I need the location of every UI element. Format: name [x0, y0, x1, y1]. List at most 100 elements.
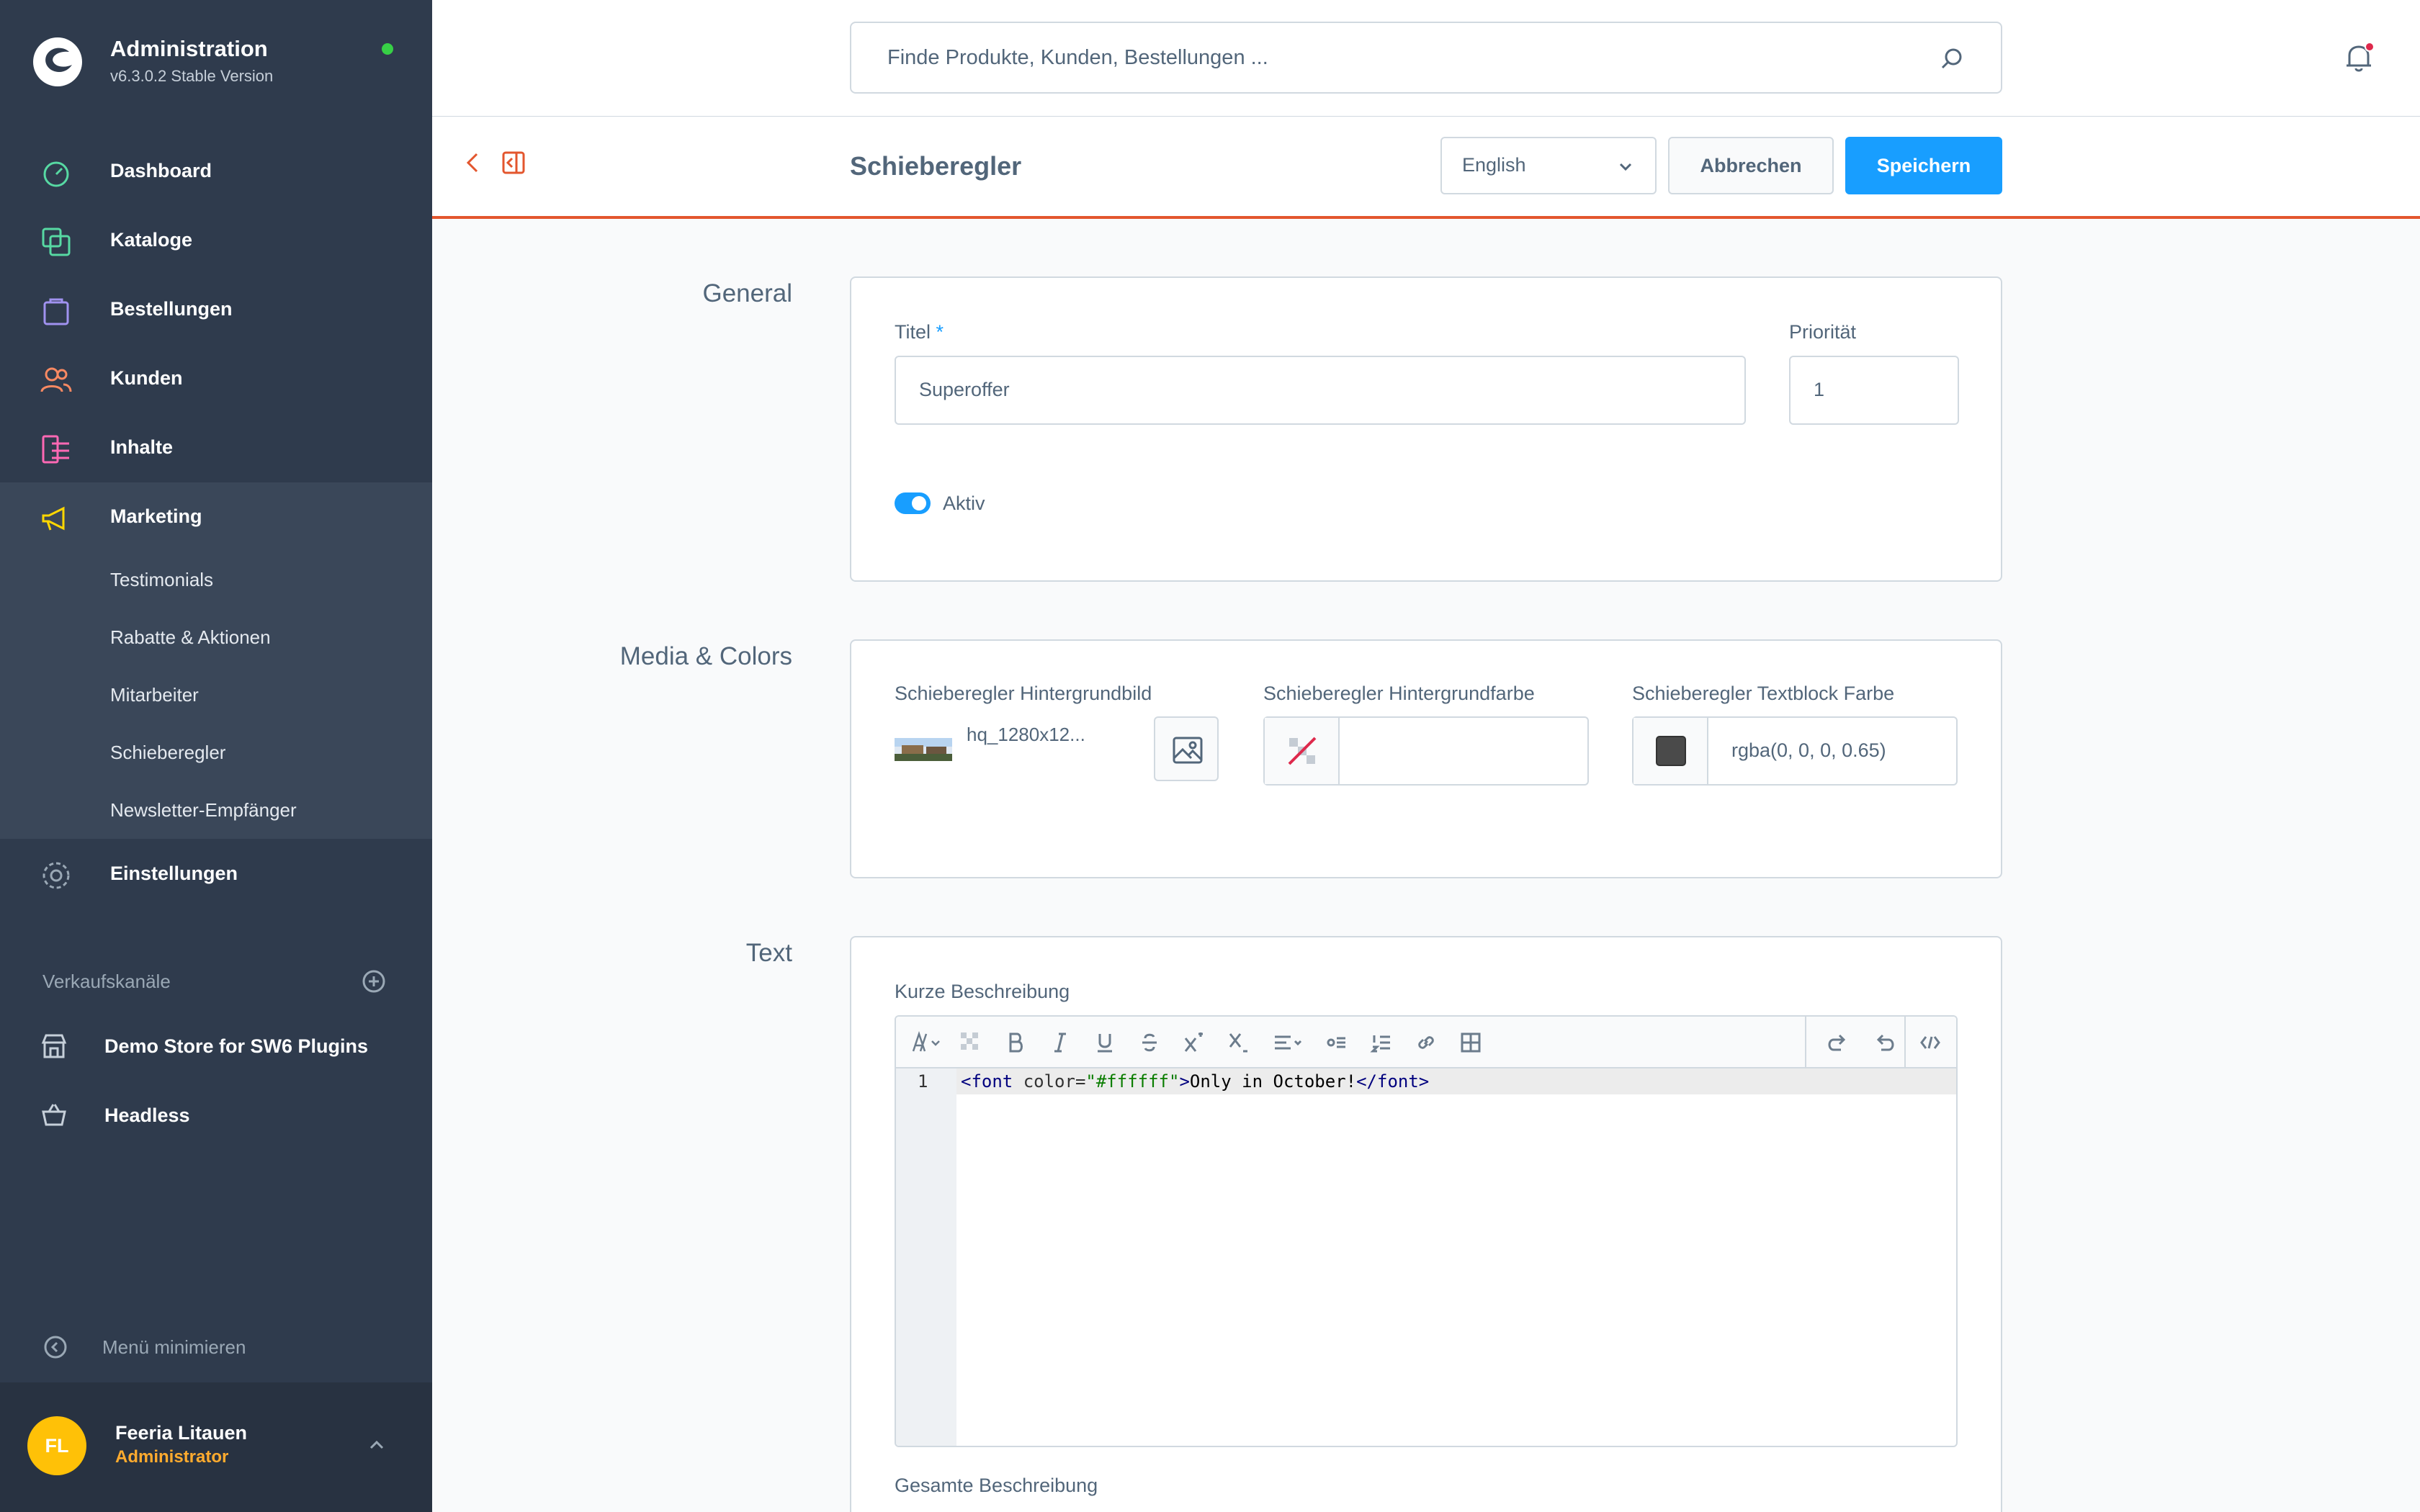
toggle-knob [912, 496, 926, 510]
language-value: English [1462, 154, 1526, 176]
storefront-icon [41, 1034, 67, 1058]
chevron-up-icon[interactable] [366, 1434, 387, 1456]
sub-item-mitarbeiter[interactable]: Mitarbeiter [110, 684, 199, 706]
line-number: 1 [918, 1071, 928, 1092]
table-icon[interactable] [1459, 1031, 1482, 1054]
link-icon[interactable] [1415, 1031, 1438, 1054]
bg-image-label: Schieberegler Hintergrundbild [895, 683, 1152, 704]
bg-image-thumbnail[interactable] [895, 738, 952, 761]
app-version: v6.3.0.2 Stable Version [110, 67, 274, 85]
bold-icon[interactable] [1004, 1031, 1027, 1054]
required-marker: * [936, 321, 944, 343]
nav-label: Kataloge [110, 229, 193, 251]
code-text: Only in October! [1189, 1071, 1357, 1092]
avatar: FL [27, 1416, 86, 1475]
nav-item-kunden[interactable]: Kunden [0, 344, 432, 413]
basket-icon [42, 1104, 66, 1126]
title-input[interactable]: Superoffer [895, 356, 1746, 425]
nav-item-einstellungen[interactable]: Einstellungen [0, 840, 432, 909]
short-description-label: Kurze Beschreibung [895, 981, 1070, 1002]
italic-icon[interactable] [1049, 1031, 1072, 1054]
channel-item-headless[interactable]: Headless [0, 1083, 432, 1148]
sub-item-testimonials[interactable]: Testimonials [110, 569, 213, 591]
shopware-logo-icon[interactable] [32, 36, 84, 88]
sidebar-toggle-icon[interactable] [501, 150, 526, 176]
priority-input[interactable]: 1 [1789, 356, 1959, 425]
nav-item-bestellungen[interactable]: Bestellungen [0, 275, 432, 344]
color-swatch-icon [1656, 736, 1686, 766]
align-icon[interactable] [1272, 1031, 1304, 1054]
sidebar: Administration v6.3.0.2 Stable Version D… [0, 0, 432, 1512]
section-label-text: Text [745, 939, 792, 967]
catalog-icon [42, 228, 71, 256]
title-label: Titel * [895, 321, 944, 343]
line-number-gutter: 1 [896, 1068, 956, 1446]
bg-image-filename: hq_1280x12... [967, 724, 1085, 745]
subscript-icon[interactable] [1227, 1031, 1250, 1054]
sub-item-rabatte[interactable]: Rabatte & Aktionen [110, 626, 271, 649]
bg-color-swatch[interactable] [1265, 718, 1340, 784]
nav-item-kataloge[interactable]: Kataloge [0, 206, 432, 275]
editor-toolbar [896, 1017, 1956, 1068]
unordered-list-icon[interactable] [1325, 1031, 1348, 1054]
add-channel-icon[interactable] [362, 969, 386, 994]
collapse-menu-icon [44, 1336, 67, 1359]
notification-bell-icon[interactable] [2341, 40, 2377, 76]
back-arrow-icon[interactable] [461, 150, 487, 176]
toolbar-divider [1904, 1017, 1906, 1068]
underline-icon[interactable] [1093, 1031, 1116, 1054]
code-view-icon[interactable] [1919, 1031, 1942, 1054]
code-string: "#ffffff" [1085, 1071, 1180, 1092]
nav-label: Bestellungen [110, 298, 233, 320]
format-clear-icon[interactable] [959, 1031, 982, 1054]
minimize-menu-button[interactable]: Menü minimieren [40, 1332, 429, 1364]
image-icon [1173, 737, 1203, 764]
nav-item-marketing[interactable]: Marketing [0, 482, 432, 552]
sub-item-newsletter[interactable]: Newsletter-Empfänger [110, 799, 297, 822]
bg-color-input[interactable] [1263, 716, 1589, 786]
global-search[interactable] [850, 22, 2002, 94]
nav-label: Marketing [110, 505, 202, 527]
nav-item-inhalte[interactable]: Inhalte [0, 413, 432, 482]
content-icon [42, 435, 69, 464]
dashboard-icon [43, 161, 69, 187]
status-indicator [382, 43, 393, 55]
text-color-input[interactable]: rgba(0, 0, 0, 0.65) [1632, 716, 1958, 786]
toolbar-divider [1805, 1017, 1806, 1068]
redo-icon[interactable] [1873, 1031, 1896, 1054]
top-bar [432, 0, 2420, 117]
save-button[interactable]: Speichern [1845, 137, 2002, 194]
section-label-media: Media & Colors [619, 642, 792, 670]
active-toggle[interactable] [895, 492, 931, 514]
code-tag-close: </font> [1356, 1071, 1430, 1092]
code-content[interactable]: <font color="#ffffff">Only in October!</… [961, 1071, 1429, 1092]
text-card: Kurze Beschreibung 1 <font color="#fffff… [850, 936, 2002, 1512]
text-style-icon[interactable] [910, 1031, 942, 1054]
minimize-menu-label: Menü minimieren [102, 1336, 246, 1358]
strikethrough-icon[interactable] [1138, 1031, 1161, 1054]
text-color-swatch[interactable] [1634, 718, 1708, 784]
search-input[interactable] [887, 23, 1932, 92]
user-role: Administrator [115, 1447, 229, 1467]
smart-bar: Schieberegler English Abbrechen Speicher… [432, 117, 2420, 219]
priority-label: Priorität [1789, 321, 1857, 343]
user-menu[interactable]: FL Feeria Litauen Administrator [0, 1382, 432, 1512]
sub-item-schieberegler[interactable]: Schieberegler [110, 742, 225, 764]
nav-label: Inhalte [110, 436, 174, 458]
superscript-icon[interactable] [1183, 1031, 1206, 1054]
chevron-down-icon [1619, 163, 1632, 171]
nav-item-dashboard[interactable]: Dashboard [0, 137, 432, 206]
channel-label: Headless [104, 1104, 190, 1126]
search-icon[interactable] [1939, 46, 1965, 72]
sales-channels-title: Verkaufskanäle [42, 971, 171, 992]
section-label-general: General [702, 279, 792, 307]
cancel-button[interactable]: Abbrechen [1668, 137, 1834, 194]
active-label: Aktiv [943, 492, 985, 514]
language-select[interactable]: English [1440, 137, 1657, 194]
short-description-editor[interactable]: 1 <font color="#ffffff">Only in October!… [895, 1015, 1958, 1447]
undo-icon[interactable] [1827, 1031, 1850, 1054]
channel-item-demo-store[interactable]: Demo Store for SW6 Plugins [0, 1014, 432, 1079]
media-picker-button[interactable] [1154, 716, 1219, 781]
text-color-label: Schieberegler Textblock Farbe [1632, 683, 1895, 704]
ordered-list-icon[interactable] [1370, 1031, 1393, 1054]
